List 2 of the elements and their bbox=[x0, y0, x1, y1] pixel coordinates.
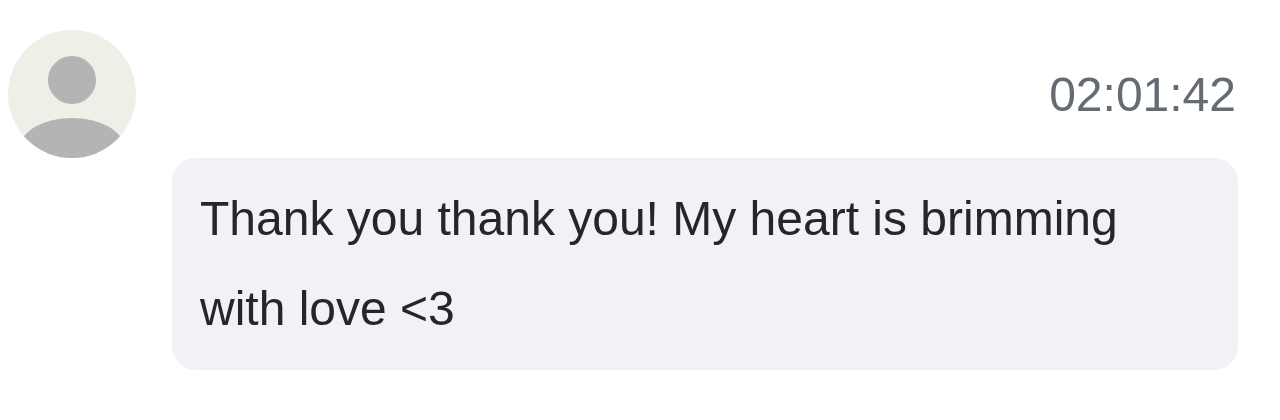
message-time: 02:01:42 bbox=[1049, 67, 1236, 123]
message-bubble: Thank you thank you! My heart is brimming with love <3 bbox=[172, 158, 1238, 370]
